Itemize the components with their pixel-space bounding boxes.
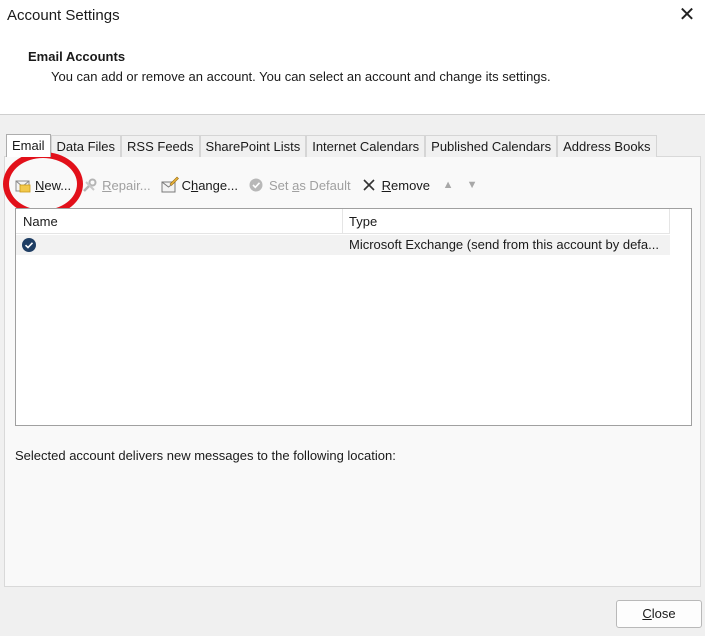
section-title: Email Accounts [28, 49, 126, 64]
section-description: You can add or remove an account. You ca… [51, 69, 551, 84]
account-name [42, 241, 142, 251]
tab-rss-feeds[interactable]: RSS Feeds [121, 135, 200, 157]
remove-x-icon [361, 176, 379, 194]
arrow-down-icon[interactable]: ▼ [464, 174, 480, 196]
close-icon[interactable]: ✕ [677, 5, 697, 25]
remove-button[interactable]: Remove [361, 174, 430, 196]
checkmark-circle-icon [248, 176, 266, 194]
tab-email[interactable]: Email [6, 134, 51, 157]
arrow-up-icon[interactable]: ▲ [440, 174, 456, 196]
new-account-button[interactable]: New... [14, 174, 71, 196]
repair-label: Repair... [102, 177, 151, 193]
change-settings-icon [161, 176, 179, 194]
set-as-default-label: Set as Default [268, 177, 351, 193]
set-as-default-button[interactable]: Set as Default [248, 174, 351, 196]
column-header-type[interactable]: Type [343, 209, 670, 233]
title-bar: Account Settings ✕ [0, 0, 705, 34]
remove-label: Remove [381, 177, 431, 193]
default-account-icon [22, 238, 36, 252]
change-label: Change... [181, 177, 238, 193]
account-toolbar: New... Repair... Change... Set as Defaul… [14, 174, 488, 196]
tab-published-calendars[interactable]: Published Calendars [425, 135, 558, 157]
dialog-header: Email Accounts You can add or remove an … [0, 34, 705, 115]
column-header-name[interactable]: Name [16, 209, 343, 233]
tab-data-files[interactable]: Data Files [50, 135, 122, 157]
tab-address-books[interactable]: Address Books [557, 135, 657, 157]
window-title: Account Settings [7, 7, 120, 24]
new-mail-icon [14, 176, 32, 194]
repair-button[interactable]: Repair... [81, 174, 151, 196]
change-button[interactable]: Change... [161, 174, 238, 196]
tab-internet-calendars[interactable]: Internet Calendars [306, 135, 426, 157]
delivery-location-label: Selected account delivers new messages t… [15, 448, 396, 463]
account-row[interactable]: Microsoft Exchange (send from this accou… [16, 235, 670, 255]
tab-strip: Email Data Files RSS Feeds SharePoint Li… [6, 134, 657, 157]
account-type-cell: Microsoft Exchange (send from this accou… [349, 237, 659, 252]
close-button[interactable]: Close [616, 600, 702, 628]
tab-sharepoint-lists[interactable]: SharePoint Lists [199, 135, 307, 157]
repair-tools-icon [81, 176, 99, 194]
list-header: Name Type [16, 209, 670, 234]
accounts-list[interactable]: Name Type Microsoft Exchange (send from … [15, 208, 692, 426]
new-account-label: New... [35, 177, 72, 193]
account-name-cell [16, 235, 343, 255]
